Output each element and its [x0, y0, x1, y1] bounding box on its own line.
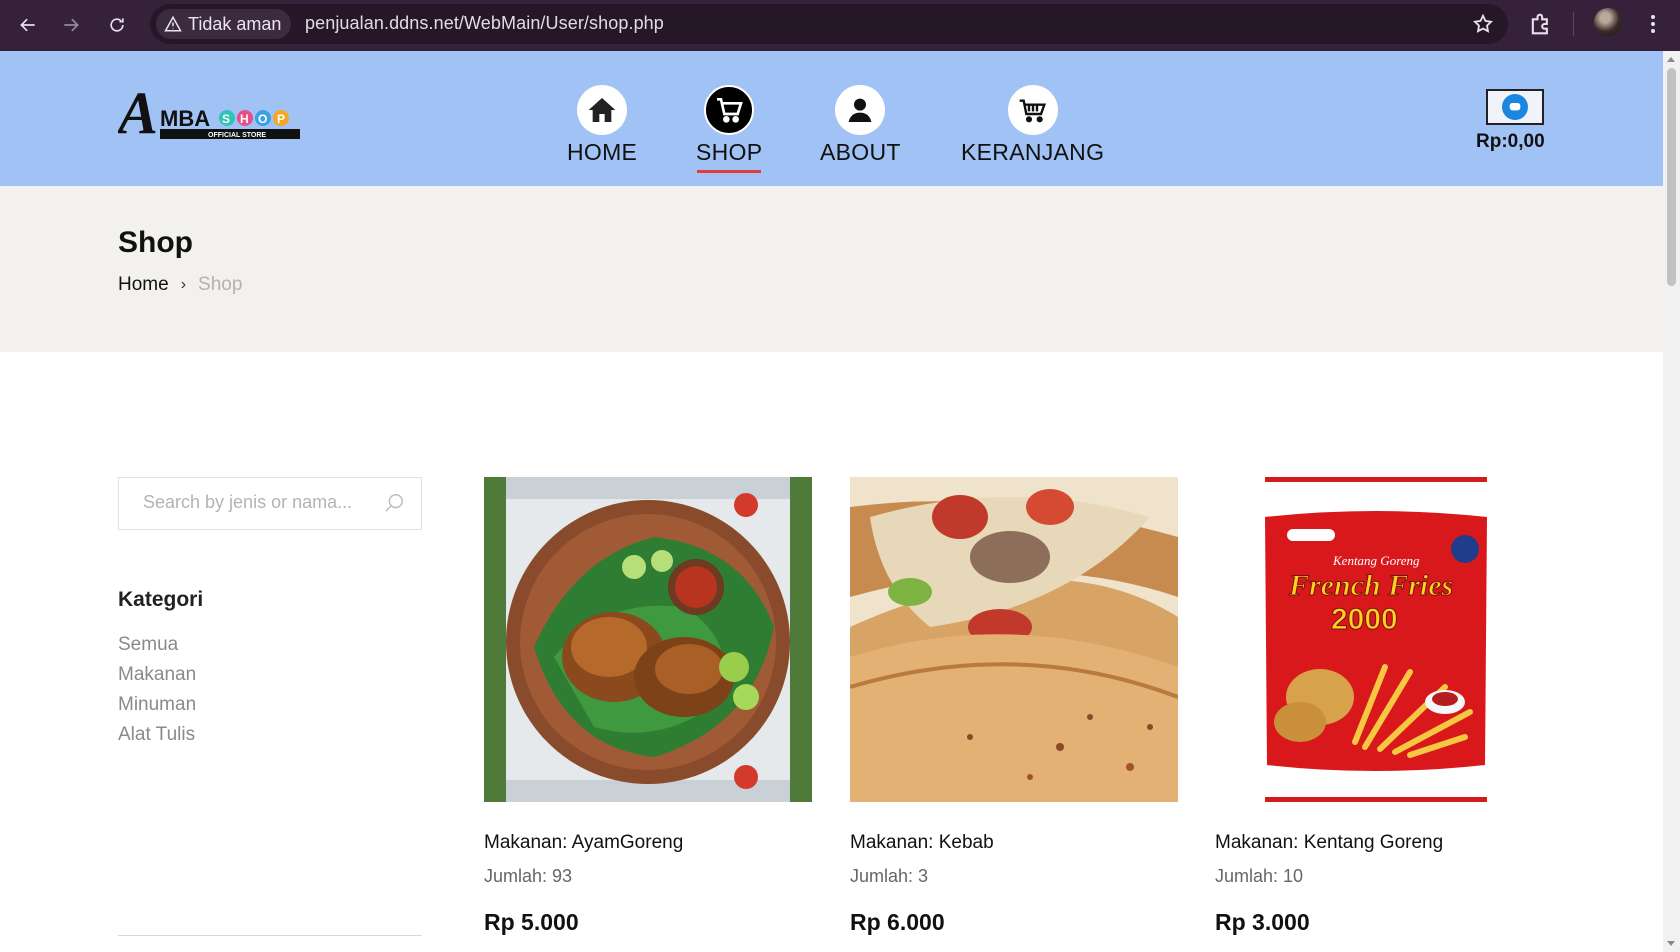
cart-icon — [704, 85, 755, 135]
search-icon[interactable] — [383, 492, 405, 514]
scrollbar-thumb[interactable] — [1667, 68, 1676, 286]
forward-button[interactable] — [56, 10, 86, 40]
address-bar[interactable]: Tidak aman penjualan.ddns.net/WebMain/Us… — [150, 4, 1508, 44]
nav-shop[interactable]: SHOP — [696, 85, 762, 173]
menu-kebab-icon[interactable] — [1641, 10, 1665, 38]
search-input[interactable] — [143, 492, 373, 513]
product-image-kebab[interactable] — [850, 477, 1178, 802]
user-icon — [835, 85, 886, 135]
category-item-minuman[interactable]: Minuman — [118, 690, 196, 720]
product-quantity: Jumlah: 93 — [484, 866, 573, 886]
page-title: Shop — [118, 226, 193, 259]
page-scrollbar[interactable] — [1663, 51, 1680, 952]
profile-avatar[interactable] — [1594, 8, 1622, 36]
forward-arrow-icon — [64, 18, 79, 32]
nav-keranjang-label: KERANJANG — [961, 139, 1105, 165]
breadcrumb-current: Shop — [198, 274, 243, 295]
site-header: A MBA S H O P OFFICIAL STORE HOME SHOP A… — [0, 51, 1663, 186]
product-name[interactable]: Makanan: AyamGoreng — [484, 832, 812, 854]
nav-keranjang[interactable]: KERANJANG — [961, 85, 1104, 166]
basket-icon — [1007, 85, 1058, 135]
security-label: Tidak aman — [188, 13, 282, 34]
sidebar-divider — [118, 935, 422, 936]
logo-letter: A — [118, 83, 158, 145]
back-arrow-icon — [20, 18, 35, 32]
category-item-semua[interactable]: Semua — [118, 630, 196, 660]
fries-pack-title: French Fries — [1288, 569, 1453, 602]
svg-text:P: P — [277, 112, 285, 126]
svg-text:S: S — [222, 112, 230, 126]
product-price: Rp 3.000 — [1215, 909, 1310, 935]
nav-about[interactable]: ABOUT — [820, 85, 901, 166]
back-button[interactable] — [13, 10, 43, 40]
reload-icon — [110, 18, 124, 32]
fries-pack-number: 2000 — [1331, 603, 1398, 636]
url-text[interactable]: penjualan.ddns.net/WebMain/User/shop.php — [305, 13, 664, 34]
browser-toolbar: Tidak aman penjualan.ddns.net/WebMain/Us… — [0, 0, 1680, 51]
nav-home-label: HOME — [567, 139, 638, 165]
product-card[interactable]: Makanan: Kebab Jumlah: 3 Rp 6.000 — [850, 477, 1178, 936]
bookmark-star-icon[interactable] — [1472, 13, 1494, 35]
mini-cart-button[interactable] — [1486, 89, 1544, 125]
product-name[interactable]: Makanan: Kentang Goreng — [1215, 832, 1543, 854]
reload-button[interactable] — [102, 10, 132, 40]
page-title-band: Shop Home › Shop — [0, 186, 1663, 352]
product-price: Rp 6.000 — [850, 909, 945, 935]
product-quantity: Jumlah: 3 — [850, 866, 929, 886]
breadcrumb-home-link[interactable]: Home — [118, 274, 169, 296]
product-name[interactable]: Makanan: Kebab — [850, 832, 1178, 854]
category-item-alat-tulis[interactable]: Alat Tulis — [118, 720, 196, 750]
extensions-icon[interactable] — [1527, 10, 1555, 38]
product-card[interactable]: Kentang Goreng French Fries 2000 Makanan… — [1215, 477, 1543, 936]
scroll-down-arrow-icon[interactable] — [1667, 941, 1675, 946]
fries-pack-subtitle: Kentang Goreng — [1332, 553, 1420, 568]
chevron-right-icon: › — [180, 276, 187, 293]
svg-text:O: O — [258, 112, 267, 126]
product-card[interactable]: Makanan: AyamGoreng Jumlah: 93 Rp 5.000 — [484, 477, 812, 936]
chat-bubble-icon — [1502, 94, 1528, 120]
svg-text:H: H — [240, 112, 249, 126]
product-price: Rp 5.000 — [484, 909, 579, 935]
search-box — [118, 477, 422, 530]
nav-shop-label: SHOP — [696, 139, 763, 165]
warning-icon — [164, 15, 182, 32]
toolbar-divider — [1573, 12, 1574, 36]
nav-about-label: ABOUT — [820, 139, 901, 165]
security-chip[interactable]: Tidak aman — [156, 9, 292, 39]
home-icon — [577, 85, 628, 135]
logo-text: MBA — [160, 106, 210, 131]
cart-total: Rp:0,00 — [1476, 131, 1545, 152]
category-title: Kategori — [118, 588, 204, 611]
nav-home[interactable]: HOME — [567, 85, 637, 166]
amba-shop-logo[interactable]: A MBA S H O P OFFICIAL STORE — [118, 83, 308, 145]
breadcrumb: Home › Shop — [118, 274, 242, 296]
category-item-makanan[interactable]: Makanan — [118, 660, 196, 690]
product-quantity: Jumlah: 10 — [1215, 866, 1304, 886]
logo-tagline: OFFICIAL STORE — [208, 132, 266, 139]
product-image-kentang-goreng[interactable]: Kentang Goreng French Fries 2000 — [1215, 477, 1543, 802]
category-list: Semua Makanan Minuman Alat Tulis — [118, 630, 196, 750]
product-image-ayam-goreng[interactable] — [484, 477, 812, 802]
scroll-up-arrow-icon[interactable] — [1667, 57, 1675, 62]
active-nav-underline — [697, 170, 762, 173]
